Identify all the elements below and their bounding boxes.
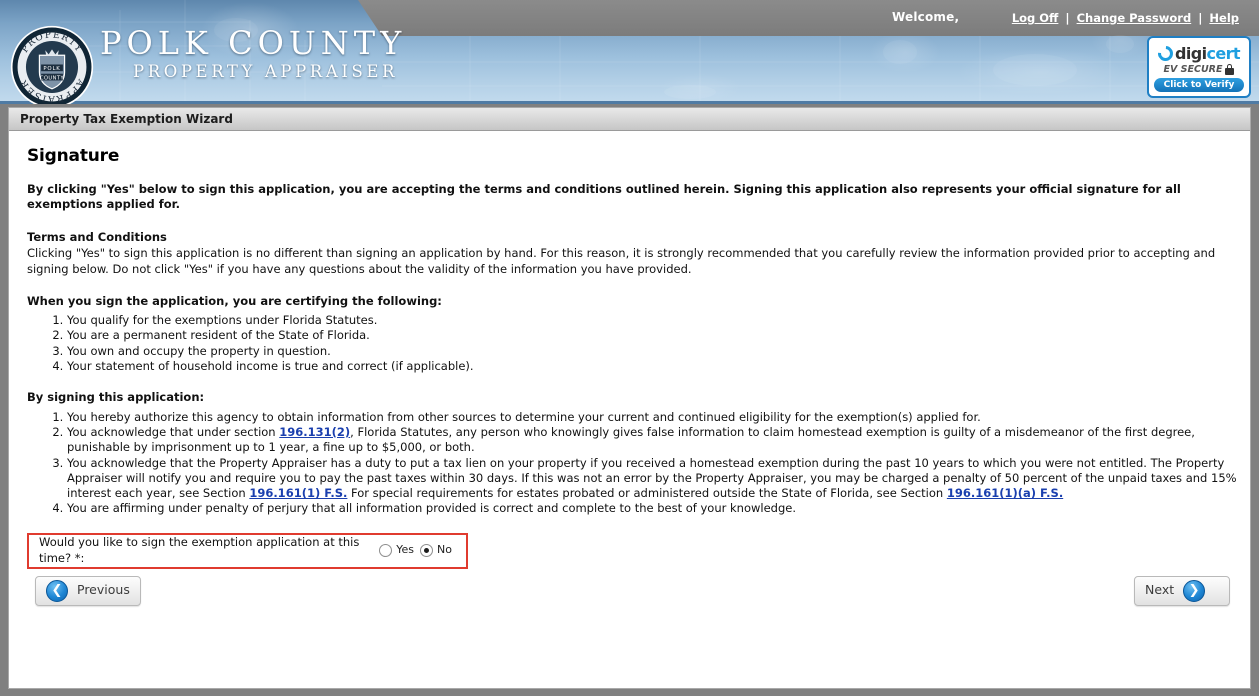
statute-link-196-131-2[interactable]: 196.131(2)	[279, 425, 350, 439]
certify-block: When you sign the application, you are c…	[21, 294, 1238, 375]
signature-question-box: Would you like to sign the exemption app…	[27, 532, 468, 569]
next-button-label: Next	[1145, 582, 1175, 598]
radio-yes-label: Yes	[396, 543, 415, 557]
digicert-brand-suffix: cert	[1206, 44, 1241, 63]
window-bottom-strip	[0, 689, 1259, 696]
radio-option-yes[interactable]: Yes	[379, 543, 414, 558]
signing-item-3-text-b: For special requirements for estates pro…	[347, 486, 947, 501]
terms-block: Terms and Conditions Clicking "Yes" to s…	[21, 230, 1238, 278]
radio-no-input[interactable]	[420, 544, 434, 558]
signing-list: You hereby authorize this agency to obta…	[21, 410, 1238, 517]
certify-heading: When you sign the application, you are c…	[27, 293, 442, 308]
radio-yes-input[interactable]	[379, 544, 393, 558]
digicert-tagline-row: EV SECURE	[1164, 64, 1235, 75]
site-header: Welcome, Log Off | Change Password | Help PR…	[0, 0, 1259, 104]
list-item: You own and occupy the property in quest…	[67, 344, 1238, 359]
signing-heading: By signing this application:	[27, 390, 205, 405]
signing-block: By signing this application: You hereby …	[21, 390, 1238, 516]
svg-text:COUNTY: COUNTY	[40, 75, 65, 81]
radio-option-no[interactable]: No	[420, 543, 452, 558]
header-bottom-rule	[0, 101, 1259, 104]
change-password-link[interactable]: Change Password	[1077, 11, 1192, 25]
digicert-wordmark: digicert	[1175, 44, 1241, 63]
link-separator-2: |	[1198, 11, 1203, 25]
page-title: Signature	[27, 146, 120, 166]
radio-no-label: No	[437, 543, 452, 557]
next-button[interactable]: Next ❯	[1134, 575, 1230, 606]
main-panel: Property Tax Exemption Wizard Signature …	[8, 107, 1251, 689]
statute-link-196-161-1[interactable]: 196.161(1) F.S.	[249, 486, 347, 500]
click-to-verify-button[interactable]: Click to Verify	[1153, 78, 1245, 92]
digicert-logo-icon	[1154, 42, 1177, 65]
list-item: You qualify for the exemptions under Flo…	[67, 313, 1238, 328]
digicert-brand: digicert	[1154, 42, 1241, 65]
lock-icon	[1225, 64, 1235, 75]
arrow-left-icon: ❮	[46, 579, 68, 602]
digicert-tagline: EV SECURE	[1163, 64, 1223, 75]
certify-list: You qualify for the exemptions under Flo…	[21, 313, 1238, 374]
terms-heading: Terms and Conditions	[27, 229, 167, 244]
logo-subtitle: PROPERTY APPRAISER	[133, 62, 399, 81]
list-item: You are affirming under penalty of perju…	[67, 501, 1238, 516]
previous-button[interactable]: ❮ Previous	[35, 575, 141, 606]
welcome-text: Welcome,	[892, 10, 960, 24]
wizard-content: Signature By clicking "Yes" below to sig…	[9, 131, 1250, 610]
signing-item-2-text-a: You acknowledge that under section	[67, 424, 280, 439]
svg-text:POLK: POLK	[43, 66, 60, 72]
logo-title: POLK COUNTY	[100, 24, 407, 62]
statute-link-196-161-1-a[interactable]: 196.161(1)(a) F.S.	[947, 486, 1063, 500]
help-link[interactable]: Help	[1209, 11, 1239, 25]
wizard-nav: ❮ Previous Next ❯	[27, 575, 1238, 610]
link-separator-1: |	[1065, 11, 1070, 25]
list-item: You hereby authorize this agency to obta…	[67, 410, 1238, 425]
signature-question-label: Would you like to sign the exemption app…	[39, 535, 360, 565]
polk-county-seal-icon: PROPERTY APPRAISER POLK COUNTY	[10, 25, 94, 104]
log-off-link[interactable]: Log Off	[1012, 11, 1059, 25]
list-item: You are a permanent resident of the Stat…	[67, 328, 1238, 343]
signature-intro: By clicking "Yes" below to sign this app…	[27, 181, 1181, 212]
list-item: Your statement of household income is tr…	[67, 359, 1238, 374]
header-links: Log Off | Change Password | Help	[1010, 11, 1241, 25]
panel-title: Property Tax Exemption Wizard	[9, 108, 1250, 131]
list-item: You acknowledge that the Property Apprai…	[67, 456, 1238, 502]
terms-body: Clicking "Yes" to sign this application …	[27, 246, 1216, 276]
arrow-right-icon: ❯	[1183, 579, 1206, 602]
digicert-brand-prefix: digi	[1175, 44, 1207, 63]
list-item: You acknowledge that under section 196.1…	[67, 425, 1238, 456]
site-logo-text: POLK COUNTY PROPERTY APPRAISER	[100, 26, 406, 82]
previous-button-label: Previous	[77, 582, 130, 598]
digicert-seal[interactable]: digicert EV SECURE Click to Verify	[1147, 36, 1251, 98]
signature-radio-group[interactable]: Yes No	[379, 543, 458, 558]
